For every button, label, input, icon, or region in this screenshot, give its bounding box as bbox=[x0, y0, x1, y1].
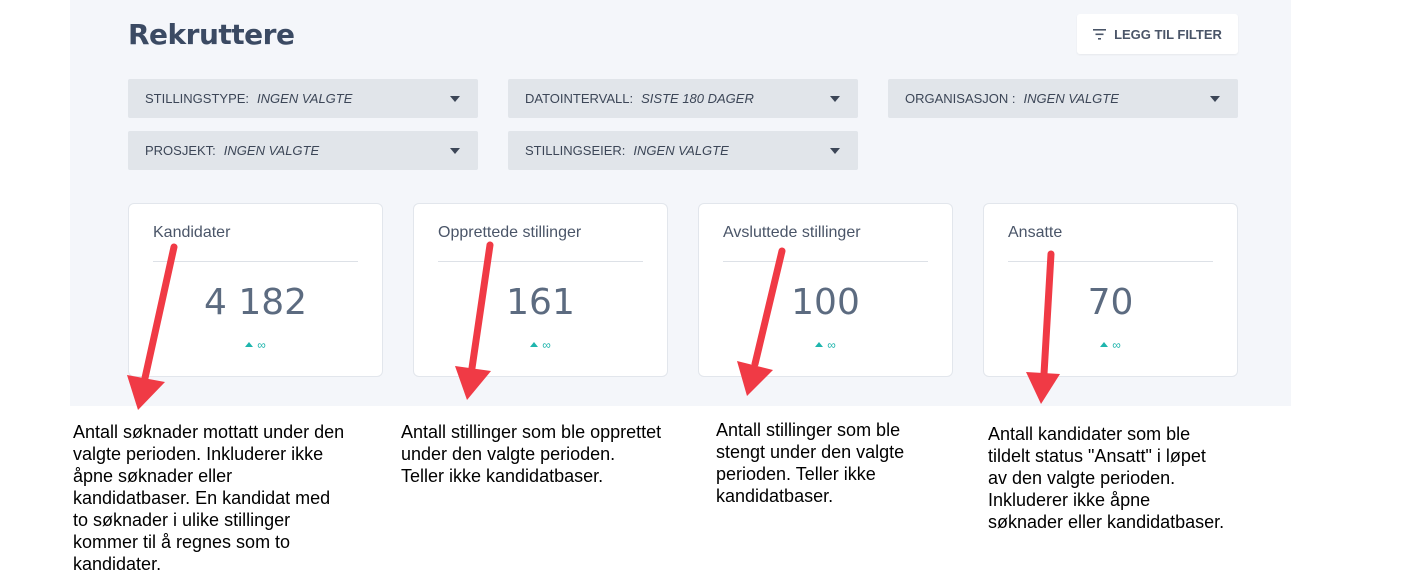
annotation-line: Antall kandidater som ble bbox=[988, 424, 1191, 444]
annotation-line: kandidatbaser. En kandidat med bbox=[73, 488, 331, 508]
arrow-ansatte bbox=[1026, 250, 1060, 404]
annotation-opprettede-stillinger: Antall stillinger som ble opprettet unde… bbox=[401, 421, 661, 487]
annotation-line: valgte perioden. Inkluderer ikke bbox=[73, 444, 324, 464]
annotation-line: kommer til å regnes som to bbox=[73, 532, 291, 552]
annotation-line: åpne søknader eller bbox=[73, 466, 233, 486]
annotation-line: under den valgte perioden. bbox=[401, 444, 616, 464]
annotation-line: stengt under den valgte bbox=[716, 442, 905, 462]
annotation-line: tildelt status "Ansatt" i løpet bbox=[988, 446, 1206, 466]
annotation-line: søknader eller kandidatbaser. bbox=[988, 512, 1225, 532]
annotation-line: Inkluderer ikke åpne bbox=[988, 490, 1151, 510]
arrow-kandidater bbox=[127, 243, 178, 410]
annotation-ansatte: Antall kandidater som ble tildelt status… bbox=[988, 423, 1224, 533]
annotation-line: Antall stillinger som ble opprettet bbox=[401, 422, 662, 442]
annotation-line: av den valgte perioden. bbox=[988, 468, 1176, 488]
annotation-line: Antall søknader mottatt under den bbox=[73, 422, 345, 442]
arrow-avsluttede-stillinger bbox=[737, 247, 786, 396]
annotation-line: Teller ikke kandidatbaser. bbox=[401, 466, 604, 486]
annotation-kandidater: Antall søknader mottatt under den valgte… bbox=[73, 421, 344, 575]
annotation-line: to søknader i ulike stillinger bbox=[73, 510, 291, 530]
annotation-line: kandidatbaser. bbox=[716, 486, 834, 506]
arrow-opprettede-stillinger bbox=[455, 241, 494, 400]
annotation-line: perioden. Teller ikke bbox=[716, 464, 876, 484]
annotation-line: Antall stillinger som ble bbox=[716, 420, 901, 440]
annotation-line: kandidater. bbox=[73, 554, 162, 574]
annotation-avsluttede-stillinger: Antall stillinger som ble stengt under d… bbox=[716, 419, 904, 507]
